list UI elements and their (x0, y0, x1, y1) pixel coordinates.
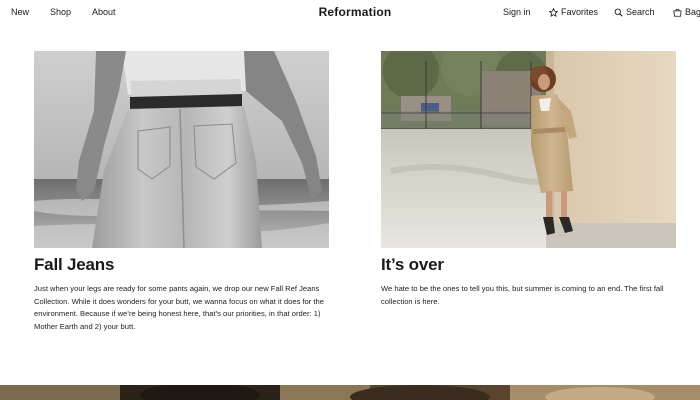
favorites-link[interactable]: Favorites (549, 6, 598, 18)
bag-label: Bag (685, 7, 700, 17)
next-story-image[interactable] (0, 385, 700, 400)
card-description: Just when your legs are ready for some p… (34, 284, 324, 331)
story-card-fall-jeans[interactable]: Fall Jeans Just when your legs are ready… (34, 51, 330, 333)
card-description: We hate to be the ones to tell you this,… (381, 284, 664, 306)
fall-jeans-image[interactable] (34, 51, 329, 248)
favorites-label: Favorites (561, 7, 599, 17)
search-icon (614, 8, 623, 17)
card-title[interactable]: Fall Jeans (34, 254, 330, 276)
sign-in-label: Sign in (503, 7, 531, 17)
star-icon (549, 7, 558, 17)
site-header: New Shop About Reformation Sign in Favor… (0, 0, 700, 26)
search-label: Search (626, 7, 655, 17)
bag-link[interactable]: Bag (673, 6, 700, 18)
story-card-its-over[interactable]: It’s over We hate to be the ones to tell… (381, 51, 677, 308)
sign-in-link[interactable]: Sign in (503, 6, 531, 18)
search-link[interactable]: Search (614, 6, 655, 18)
card-title[interactable]: It’s over (381, 254, 677, 276)
its-over-image[interactable] (381, 51, 676, 248)
bag-icon (673, 8, 682, 17)
